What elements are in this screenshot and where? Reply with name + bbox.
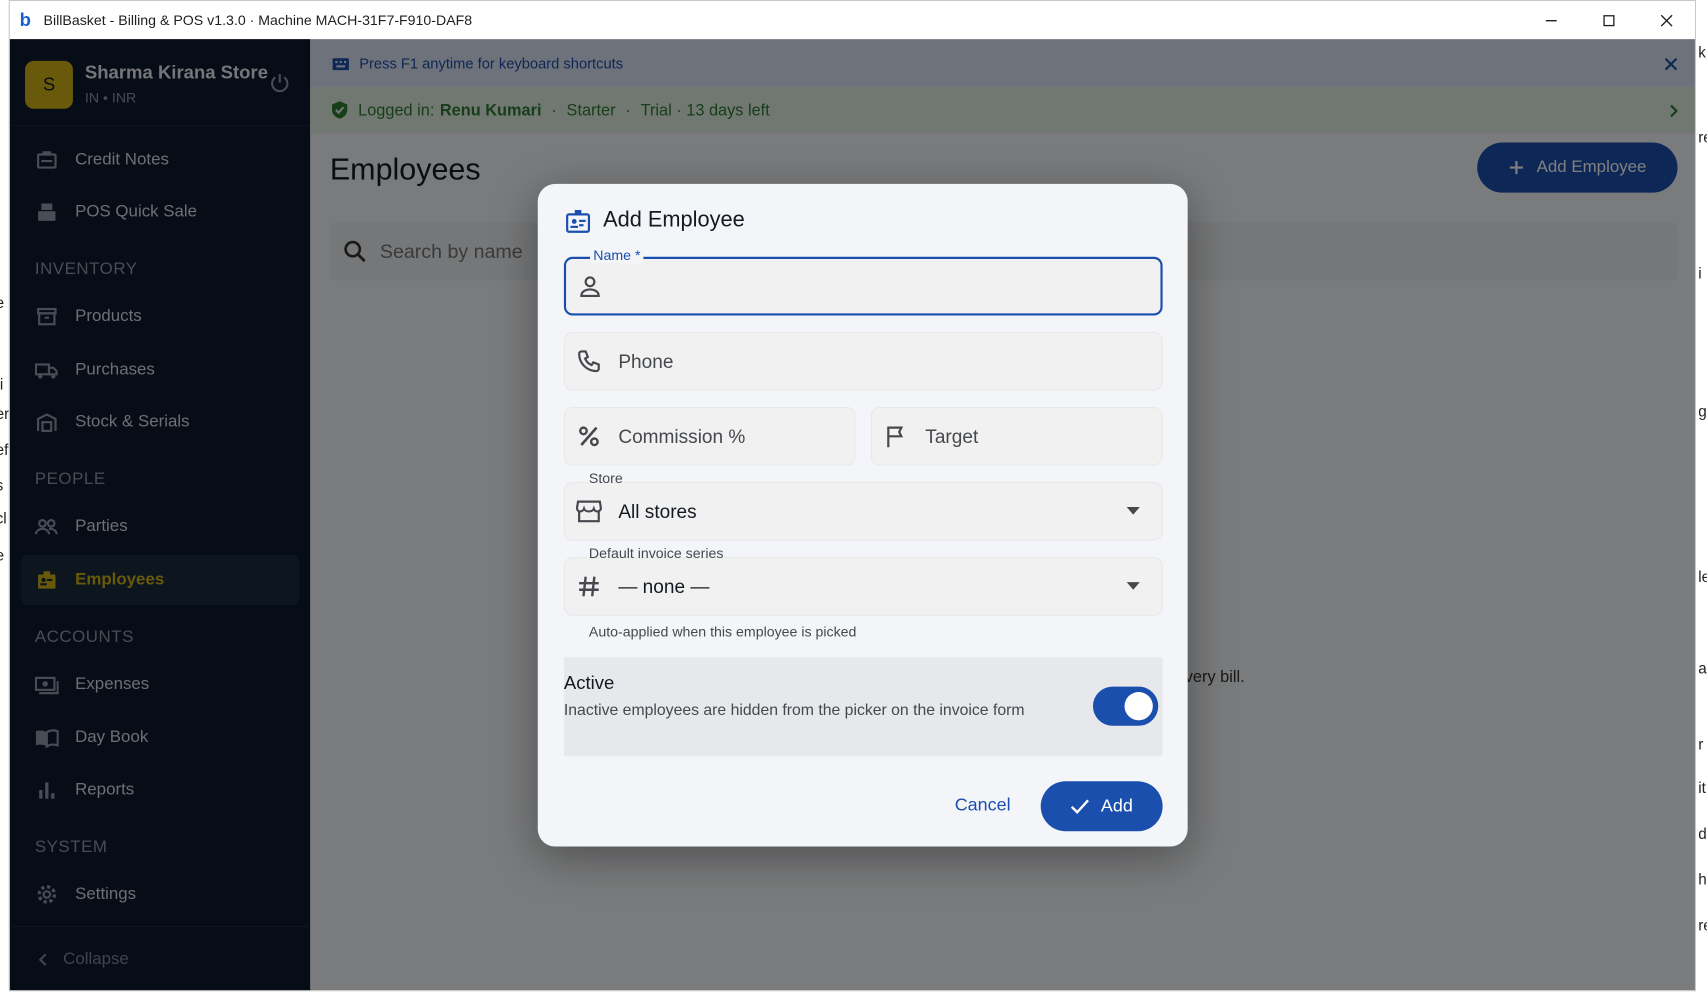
name-field[interactable]: Name * [563,246,1163,316]
target-field[interactable]: Target [870,406,1163,466]
active-setting: Active Inactive employees are hidden fro… [563,657,1163,757]
invoice-series-helper: Auto-applied when this employee is picke… [588,623,857,640]
store-select[interactable]: Store All stores [563,470,1163,541]
hash-icon [576,573,602,599]
dropdown-arrow-icon [1126,507,1140,515]
background-document-left-edge: etierefsclet [0,0,9,1000]
toggle-knob [1124,692,1153,721]
window-title: BillBasket - Billing & POS v1.3.0 · Mach… [43,11,473,29]
employee-badge-icon [565,208,591,234]
invoice-series-label: Default invoice series [588,545,724,562]
check-icon [1070,799,1090,815]
storefront-icon [575,498,602,524]
background-document-right-edge: kreiglearitdhre [1696,0,1707,1000]
flag-icon [883,423,909,449]
store-label: Store [588,470,623,487]
phone-input[interactable]: Phone [618,350,673,373]
app-logo-icon: b [19,9,31,30]
person-icon [577,273,603,299]
add-button[interactable]: Add [1040,781,1163,832]
invoice-series-select[interactable]: Default invoice series — none — [563,545,1163,616]
dropdown-arrow-icon [1126,582,1140,590]
maximize-button[interactable] [1580,1,1638,39]
add-employee-dialog: Add Employee Name * Phone Commission % T… [537,183,1188,847]
active-title: Active [563,672,615,694]
dialog-title: Add Employee [603,207,745,232]
minimize-button[interactable] [1522,1,1580,39]
title-bar: b BillBasket - Billing & POS v1.3.0 · Ma… [9,1,1695,40]
close-window-button[interactable] [1637,1,1695,39]
phone-icon [576,348,602,374]
cancel-button[interactable]: Cancel [955,795,1011,816]
name-label: Name * [590,246,644,264]
store-value: All stores [618,499,697,522]
active-toggle[interactable] [1092,686,1159,726]
target-input[interactable]: Target [925,425,978,448]
commission-input[interactable]: Commission % [618,425,745,448]
invoice-series-value: — none — [618,575,710,597]
active-description: Inactive employees are hidden from the p… [563,701,1025,720]
percent-icon [576,423,602,449]
app-window: b BillBasket - Billing & POS v1.3.0 · Ma… [8,0,1697,992]
phone-field[interactable]: Phone [563,331,1163,391]
commission-field[interactable]: Commission % [563,406,856,466]
